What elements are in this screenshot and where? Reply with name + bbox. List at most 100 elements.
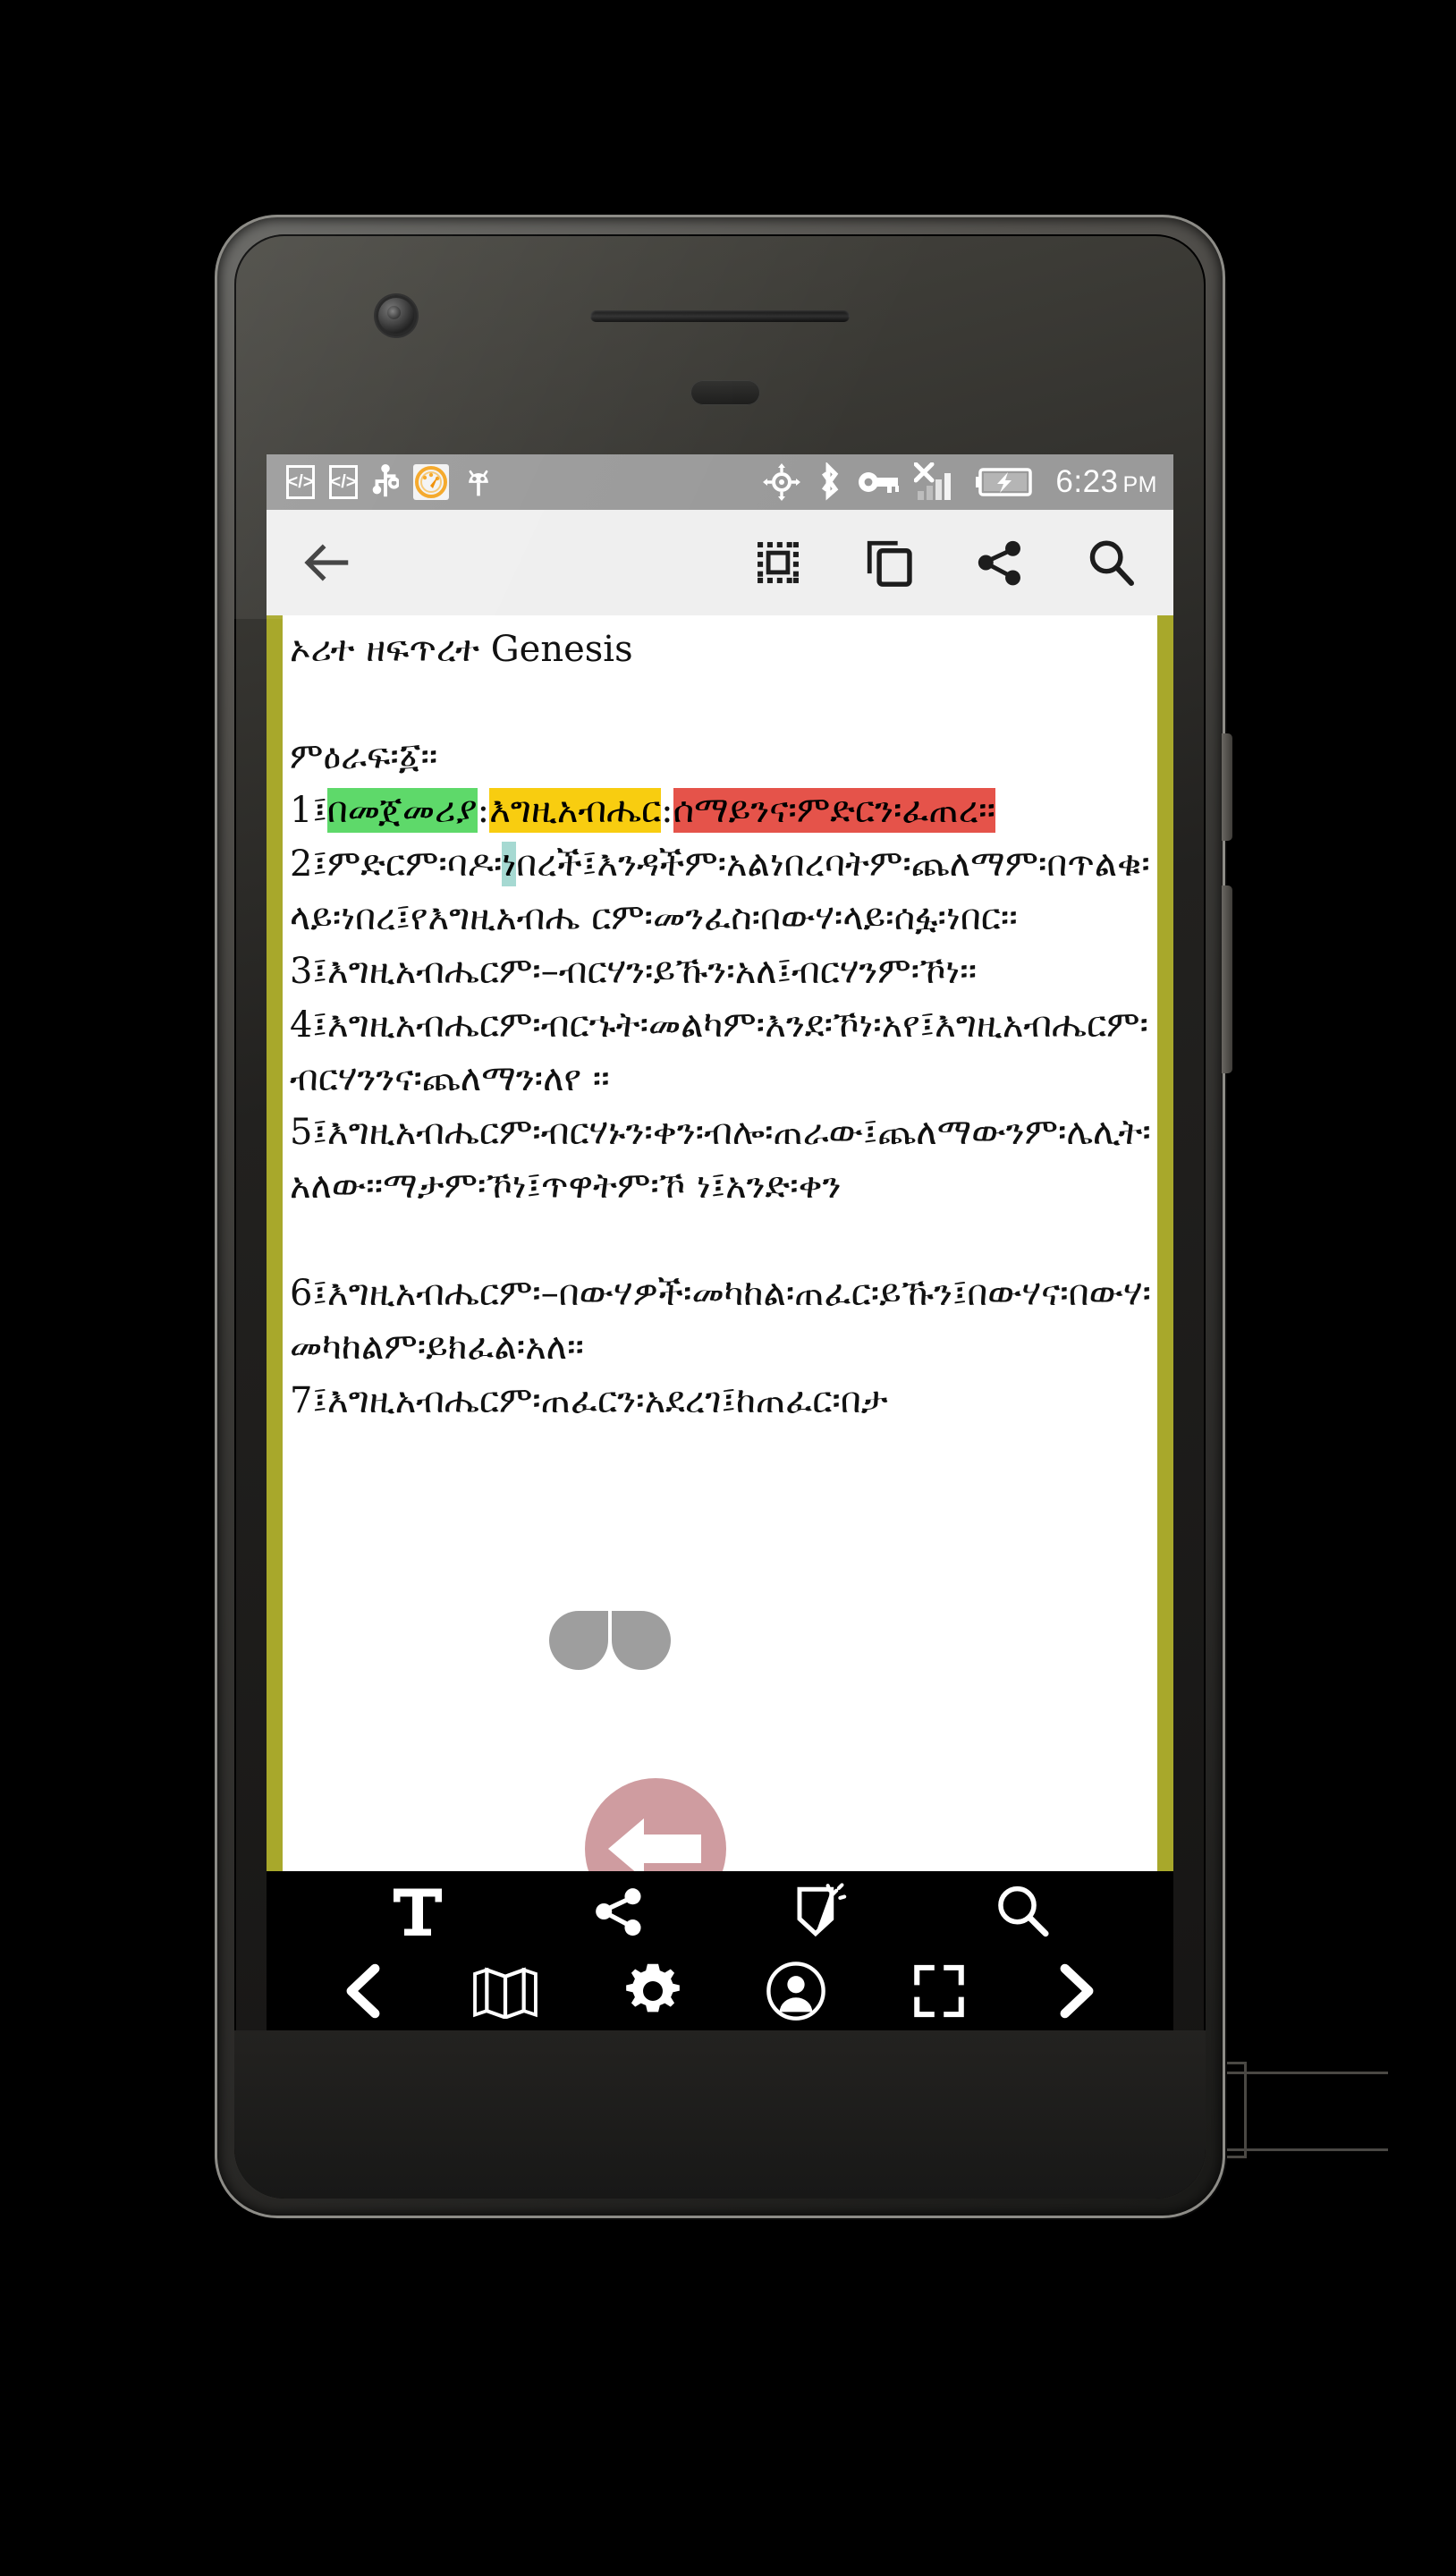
select-all-button[interactable] [746, 530, 810, 595]
verse-separator: ፤ [312, 951, 327, 992]
verse-number: 6 [290, 1273, 313, 1314]
vpn-key-icon [859, 472, 900, 493]
book-title: ኦሪተ ዘፍጥረተ Genesis [290, 629, 633, 670]
back-button[interactable] [295, 530, 360, 595]
person-circle-icon [766, 1962, 825, 2021]
verse-text-before: ምድርም፡ባዶ፡ [326, 843, 503, 885]
no-sim-signal-icon [914, 462, 952, 500]
chevron-right-icon [1060, 1963, 1094, 2019]
account-button[interactable] [765, 1960, 827, 2022]
arrow-left-big-icon [608, 1818, 701, 1871]
phone-bottom-bezel [234, 2030, 1206, 2199]
bluetooth-icon [822, 462, 839, 501]
verse-text: እግዚአብሔርም፡ጠፈርን፡አደረገ፤ከጠፈር፡በታ [326, 1380, 888, 1421]
select-all-icon [758, 542, 799, 583]
share-button-bottom[interactable] [591, 1884, 647, 1939]
highlight-button[interactable] [790, 1882, 849, 1941]
verse-4[interactable]: 4፤እግዚአብሔርም፡ብርኁት፡መልካም፡እንደ፡ኾነ፡አየ፤እግዚአብሔርም፡… [290, 998, 1154, 1106]
verse-1[interactable]: 1፤በመጀመሪያ:እግዚአብሔር:ሰማይንና፡ምድርን፡ፈጠረ፡፡ [290, 784, 1154, 837]
search-icon [997, 1885, 1049, 1937]
verse-number: 4 [290, 1004, 313, 1046]
highlight-red-2[interactable]: ፈጠረ፡፡ [902, 788, 996, 833]
status-bar-left-icons: </> </> [286, 464, 494, 500]
scripture-text[interactable]: ኦሪተ ዘፍጥረተ Genesis ምዕራፍ፡፩፡፡ 1፤በመጀመሪያ:እግዚአ… [290, 615, 1154, 1428]
verse-number: 2 [290, 843, 313, 885]
search-button[interactable] [1079, 530, 1143, 595]
chapter-heading: ምዕራፍ፡፩፡፡ [290, 736, 438, 777]
gear-icon [625, 1963, 680, 2012]
text-format-button[interactable] [388, 1882, 447, 1941]
verse-number: 5 [290, 1112, 313, 1153]
performance-monitor-icon [413, 464, 449, 500]
verse-separator: ፤ [312, 1273, 327, 1314]
fullscreen-icon [914, 1964, 965, 2018]
verse-6[interactable]: 6፤እግዚአብሔርም፡–በውሃዎች፡መካከል፡ጠፈር፡ይኹን፤በውሃና፡በውሃ፡… [290, 1267, 1154, 1374]
verse-2[interactable]: 2፤ምድርም፡ባዶ፡ነበረች፤እንዳችም፡አልነበረባትም፡ጨለማም፡በጥልቁ፡… [290, 837, 1154, 945]
left-rail [267, 615, 283, 1871]
verse-text: እግዚአብሔርም፡ብርኁት፡መልካም፡እንደ፡ኾነ፡አየ፤እግዚአብሔርም፡ብር… [290, 1004, 1148, 1099]
share-icon [978, 540, 1020, 586]
app-toolbar [267, 510, 1173, 615]
chevron-left-icon [346, 1963, 380, 2019]
usb-icon [372, 464, 399, 497]
settings-button[interactable] [623, 1962, 682, 2021]
battery-charging-icon [976, 468, 1033, 496]
app-toolbar-actions [746, 530, 1143, 595]
status-bar-right-icons: 6:23 PM [763, 462, 1164, 502]
serif-T-icon [394, 1888, 443, 1936]
arrow-left-icon [304, 544, 349, 581]
highlighter-icon [797, 1883, 847, 1937]
selection-handle-end[interactable] [612, 1611, 671, 1670]
proximity-sensor [690, 380, 760, 405]
previous-chapter-button[interactable] [585, 1778, 726, 1871]
volume-button[interactable] [1222, 733, 1232, 841]
verse-5[interactable]: 5፤እግዚአብሔርም፡ብርሃኑን፡ቀን፡ብሎ፡ጠራው፤ጨለማውንም፡ሌሊት፡አለ… [290, 1106, 1154, 1213]
bottom-nav-bar [267, 1952, 1173, 2030]
gps-location-icon [763, 463, 801, 501]
share-icon [595, 1888, 641, 1936]
verse-separator: ፤ [312, 1004, 327, 1046]
search-button-bottom[interactable] [993, 1882, 1052, 1941]
copy-button[interactable] [857, 530, 921, 595]
power-button[interactable] [1222, 886, 1232, 1073]
previous-button[interactable] [338, 1963, 388, 2019]
earpiece-speaker [590, 310, 850, 322]
screenshot-root: </> </> 6:23 PM ኦሪተ ዘፍጥረተ Genesis ምዕራፍ፡፩… [0, 0, 1456, 2576]
verse-separator: ፤ [312, 790, 327, 831]
phone-side-line-top [1227, 2072, 1388, 2074]
verse-separator: ፤ [312, 1112, 327, 1153]
front-camera [376, 295, 417, 336]
verse-text: እግዚአብሔርም፡–ብርሃን፡ይኹን፡አለ፤ብርሃንም፡ኾነ፡፡ [326, 951, 978, 992]
copy-icon [867, 540, 912, 587]
text-selection[interactable]: ነ [502, 842, 517, 886]
phone-screen: </> </> 6:23 PM ኦሪተ ዘፍጥረተ Genesis ምዕራፍ፡፩… [267, 454, 1173, 2030]
bottom-action-bar [267, 1871, 1173, 1952]
verse-number: 3 [290, 951, 313, 992]
verse-text: እግዚአብሔርም፡–በውሃዎች፡መካከል፡ጠፈር፡ይኹን፤በውሃና፡በውሃ፡መካ… [290, 1273, 1151, 1368]
selection-handle-start[interactable] [549, 1611, 608, 1670]
verse-separator: ፤ [312, 1380, 327, 1421]
highlight-red[interactable]: ሰማይንና፡ምድርን፡ [673, 788, 902, 833]
share-button[interactable] [968, 530, 1032, 595]
phone-side-detail [1227, 2062, 1247, 2158]
code-icon-2: </> [329, 465, 358, 499]
highlight-yellow[interactable]: እግዚአብሔር [489, 788, 662, 833]
right-rail [1157, 615, 1173, 1871]
code-icon: </> [286, 465, 315, 499]
highlight-green[interactable]: በመጀመሪያ [326, 788, 478, 833]
android-debug-icon [469, 470, 488, 496]
next-button[interactable] [1052, 1963, 1102, 2019]
search-icon [1089, 540, 1134, 586]
open-book-icon [473, 1967, 538, 2019]
library-button[interactable] [470, 1963, 540, 2019]
reader-content[interactable]: ኦሪተ ዘፍጥረተ Genesis ምዕራፍ፡፩፡፡ 1፤በመጀመሪያ:እግዚአ… [267, 615, 1173, 1871]
verse-7[interactable]: 7፤እግዚአብሔርም፡ጠፈርን፡አደረገ፤ከጠፈር፡በታ [290, 1374, 1154, 1428]
verse-punct-2: : [661, 790, 673, 831]
status-bar: </> </> 6:23 PM [267, 454, 1173, 510]
status-bar-clock: 6:23 PM [1055, 464, 1157, 499]
verse-3[interactable]: 3፤እግዚአብሔርም፡–ብርሃን፡ይኹን፡አለ፤ብርሃንም፡ኾነ፡፡ [290, 945, 1154, 998]
verse-text: እግዚአብሔርም፡ብርሃኑን፡ቀን፡ብሎ፡ጠራው፤ጨለማውንም፡ሌሊት፡አለው፡… [290, 1112, 1151, 1207]
verse-number: 7 [290, 1380, 313, 1421]
verse-punct: : [477, 790, 490, 831]
fullscreen-button[interactable] [910, 1962, 969, 2021]
